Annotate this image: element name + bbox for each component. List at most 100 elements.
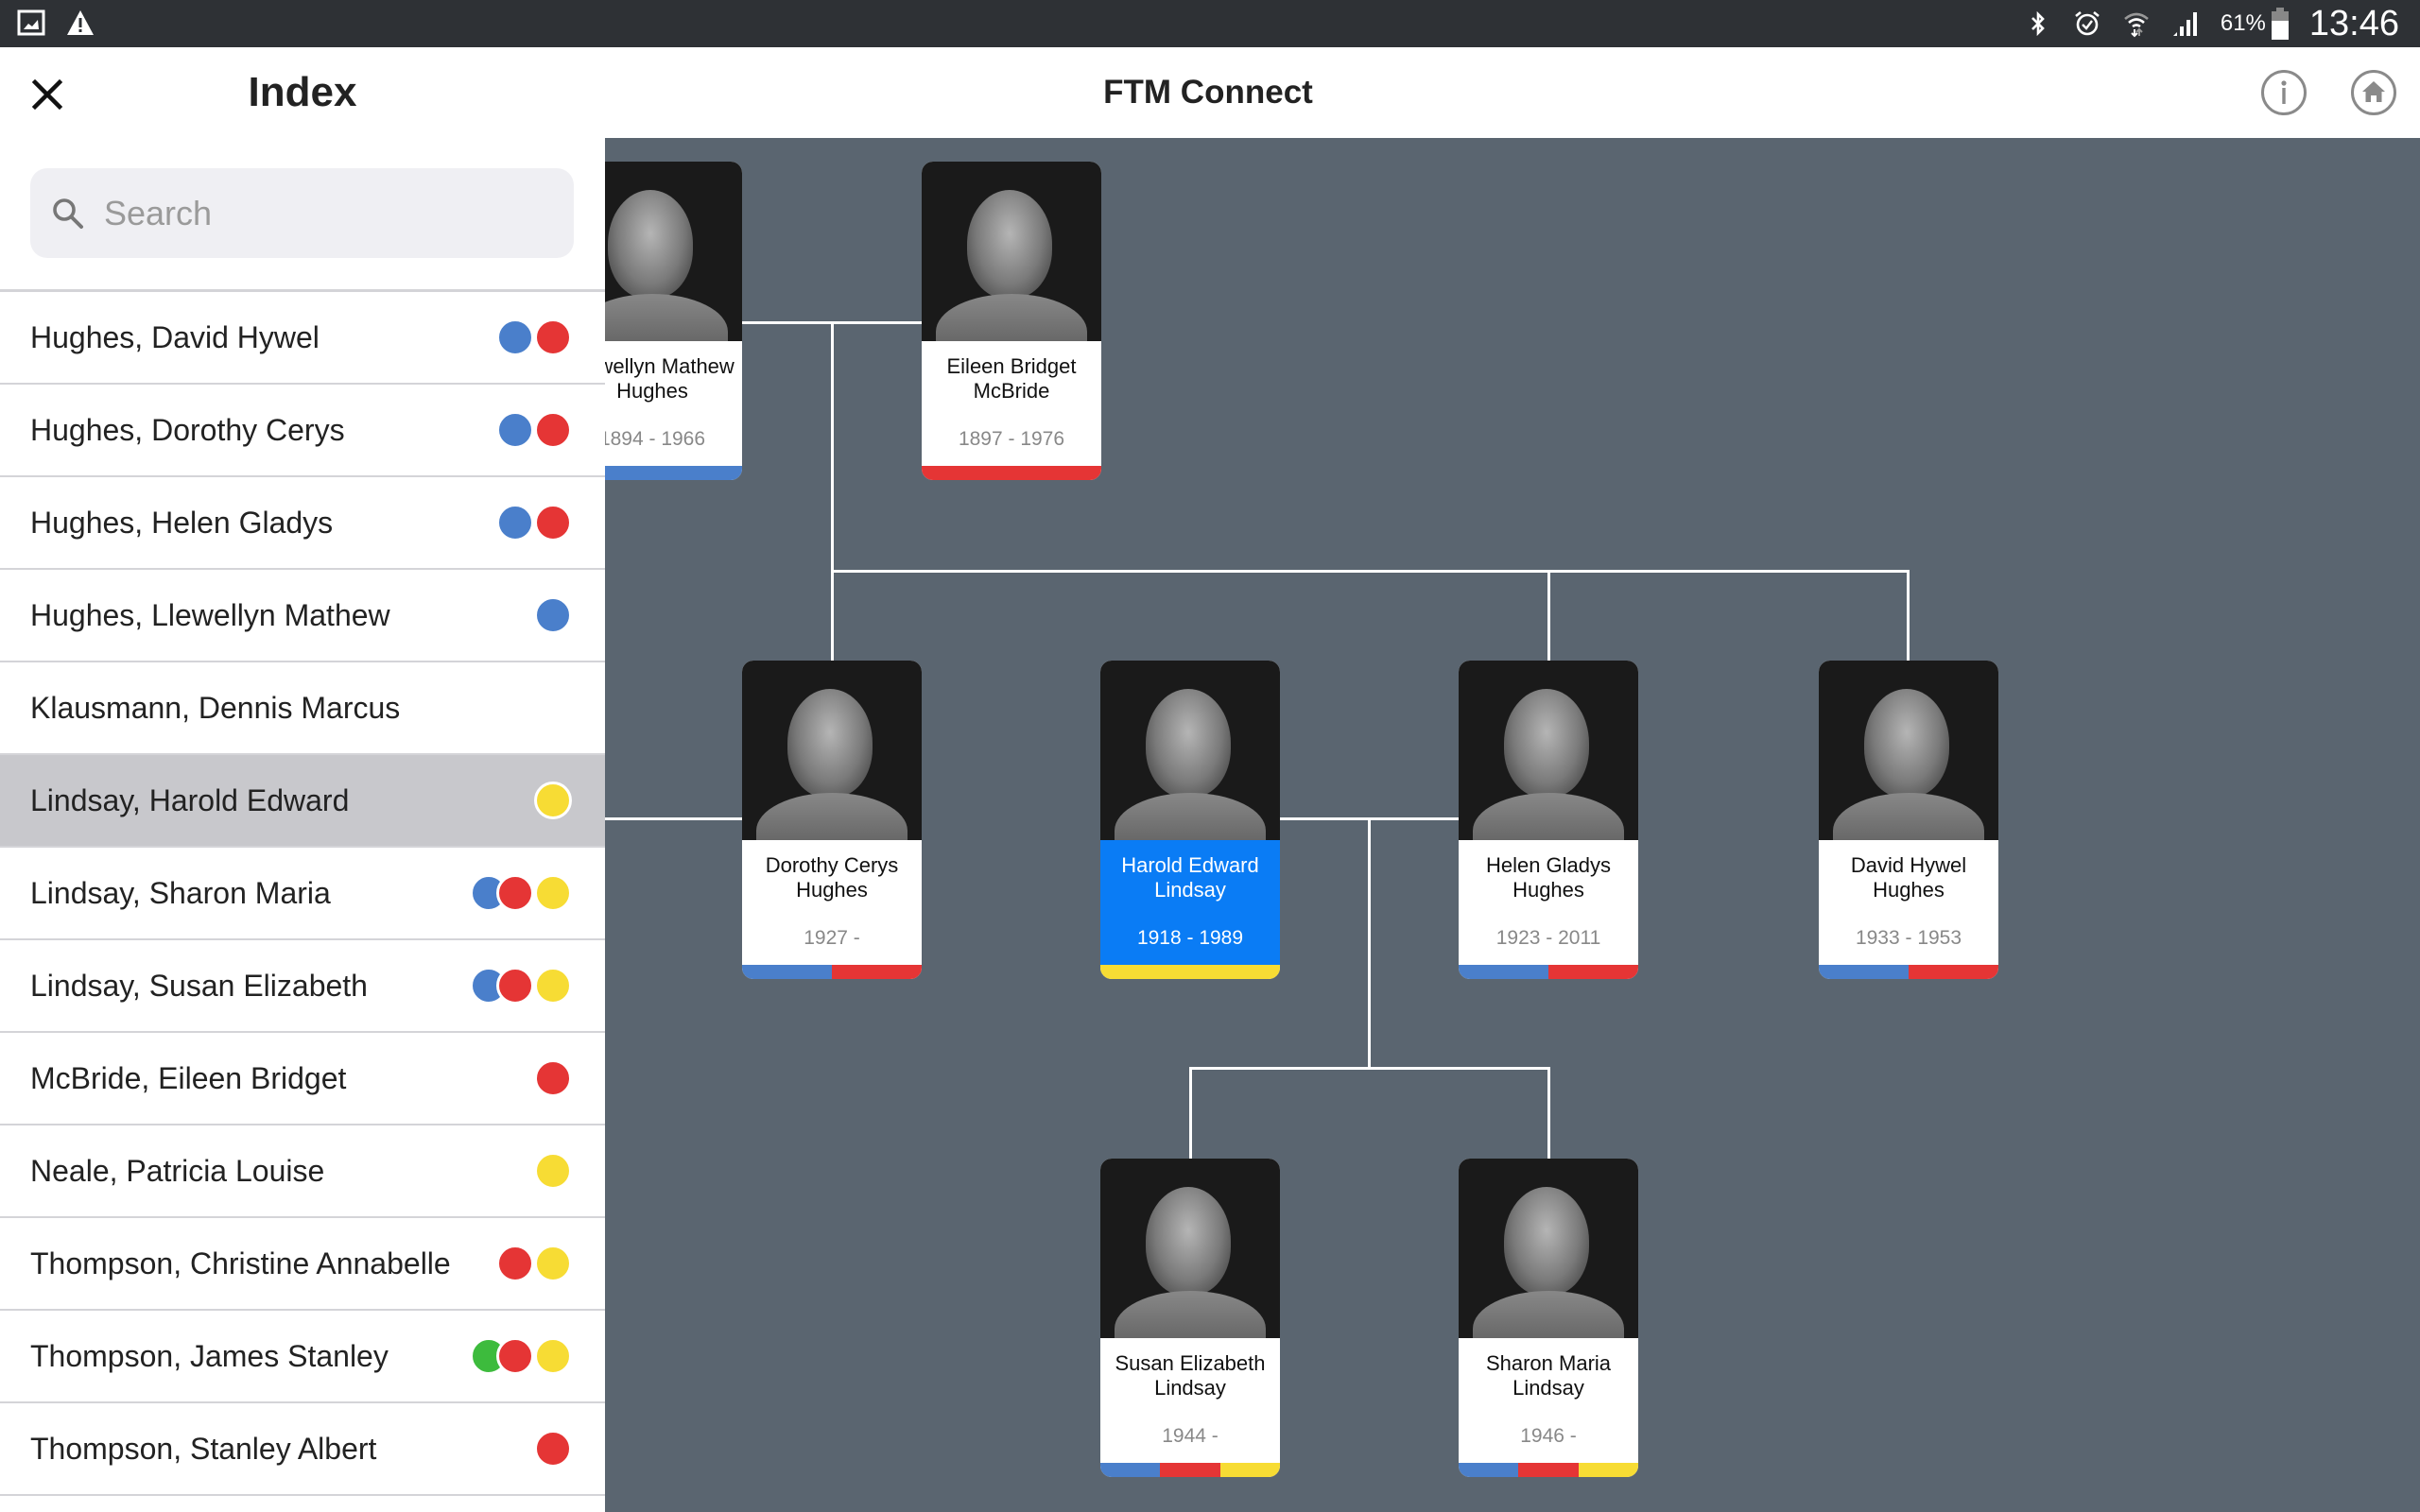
family-color-dots [534, 1125, 572, 1216]
family-dot-red [534, 504, 572, 541]
family-dot-yellow [534, 874, 572, 912]
person-dates: 1897 - 1976 [958, 428, 1065, 450]
person-name-label: Hughes, Dorothy Cerys [30, 412, 345, 447]
index-list-item[interactable]: Hughes, Dorothy Cerys [0, 385, 605, 477]
person-card-helen[interactable]: Helen Gladys Hughes 1923 - 2011 [1459, 661, 1638, 979]
image-notification-icon [17, 9, 45, 36]
person-name-label: Thompson, Stanley Albert [30, 1431, 377, 1466]
sidebar-header: Index [0, 47, 605, 138]
index-list-item[interactable]: Klausmann, Dennis Marcus [0, 662, 605, 755]
person-card-dorothy[interactable]: Dorothy Cerys Hughes 1927 - [742, 661, 922, 979]
connector-line [1189, 1067, 1550, 1070]
family-color-bar [922, 466, 1101, 480]
warning-icon [67, 10, 94, 35]
family-dot-yellow [534, 1152, 572, 1190]
battery-percent: 61% [2220, 10, 2266, 36]
connector-line [1189, 1067, 1192, 1159]
family-bar-blue [742, 965, 832, 979]
family-dot-red [534, 411, 572, 449]
family-dot-blue [496, 318, 534, 356]
person-name-label: Thompson, Christine Annabelle [30, 1246, 451, 1280]
family-bar-yellow [1578, 1463, 1638, 1477]
index-list-item[interactable]: Hughes, David Hywel [0, 292, 605, 385]
family-bar-red [1160, 1463, 1220, 1477]
family-bar-yellow [1100, 965, 1280, 979]
person-dates: 1918 - 1989 [1136, 927, 1244, 949]
index-list-item[interactable]: Thompson, Stanley Albert [0, 1403, 605, 1496]
family-dot-red [496, 874, 534, 912]
index-list-item[interactable]: Neale, Patricia Louise [0, 1125, 605, 1218]
family-dot-yellow [534, 1337, 572, 1375]
person-card-susan[interactable]: Susan Elizabeth Lindsay 1944 - [1100, 1159, 1280, 1477]
person-name-label: Thompson, James Stanley [30, 1338, 389, 1373]
person-photo [1459, 661, 1638, 840]
person-photo [1819, 661, 1998, 840]
family-bar-blue [1819, 965, 1909, 979]
search-field[interactable] [30, 168, 574, 258]
family-dot-red [496, 1245, 534, 1282]
person-name-label: Hughes, Llewellyn Mathew [30, 597, 390, 632]
family-dot-red [496, 1337, 534, 1375]
person-name-label: McBride, Eileen Bridget [30, 1060, 347, 1095]
person-dates: 1927 - [804, 927, 860, 949]
home-icon [2362, 81, 2385, 102]
person-photo [922, 162, 1101, 341]
index-list-item[interactable]: Hughes, Helen Gladys [0, 477, 605, 570]
family-color-dots [496, 292, 572, 383]
person-card-eileen[interactable]: Eileen Bridget McBride 1897 - 1976 [922, 162, 1101, 480]
family-bar-red [832, 965, 922, 979]
family-color-bar [1459, 965, 1638, 979]
person-dates: 1946 - [1520, 1425, 1577, 1447]
person-dates: 1923 - 2011 [1495, 927, 1601, 949]
connector-line [1547, 570, 1550, 661]
family-bar-red [922, 466, 1101, 480]
family-dot-red [496, 967, 534, 1005]
family-color-dots [496, 477, 572, 568]
sidebar-title: Index [248, 69, 357, 115]
family-dot-blue [496, 411, 534, 449]
index-list-item[interactable]: Thompson, Christine Annabelle [0, 1218, 605, 1311]
family-bar-red [1909, 965, 1998, 979]
family-color-dots [496, 1218, 572, 1309]
info-button[interactable] [2261, 70, 2307, 115]
family-color-bar [742, 965, 922, 979]
family-dot-yellow [534, 1245, 572, 1282]
family-color-dots [470, 1311, 572, 1401]
connector-line [1907, 570, 1910, 661]
index-list-item[interactable]: Lindsay, Susan Elizabeth [0, 940, 605, 1033]
family-dot-red [534, 318, 572, 356]
person-card-harold[interactable]: Harold Edward Lindsay 1918 - 1989 [1100, 661, 1280, 979]
person-name-label: Hughes, Helen Gladys [30, 505, 334, 540]
person-dates: 1933 - 1953 [1855, 927, 1962, 949]
battery-icon [2271, 8, 2289, 40]
info-icon [2281, 80, 2287, 104]
family-dot-blue [534, 596, 572, 634]
family-dot-yellow [534, 967, 572, 1005]
family-dot-red [534, 1430, 572, 1468]
clock-time: 13:46 [2308, 3, 2399, 43]
status-bar: 61% 13:46 [0, 0, 2420, 47]
family-bar-yellow [1219, 1463, 1280, 1477]
family-color-bar [1100, 965, 1280, 979]
index-list-item[interactable]: Hughes, Llewellyn Mathew [0, 570, 605, 662]
index-list[interactable]: Hughes, David Hywel Hughes, Dorothy Cerys… [0, 289, 605, 1496]
person-name-label: Hughes, David Hywel [30, 319, 320, 354]
connector-line [1547, 1067, 1550, 1159]
index-list-item[interactable]: McBride, Eileen Bridget [0, 1033, 605, 1125]
index-list-item[interactable]: Lindsay, Harold Edward [0, 755, 605, 848]
alarm-icon [2075, 10, 2100, 36]
family-color-bar [1100, 1463, 1280, 1477]
family-dot-yellow [534, 782, 572, 819]
family-color-dots [534, 1403, 572, 1494]
person-name-label: Neale, Patricia Louise [30, 1153, 325, 1188]
family-color-dots [470, 940, 572, 1031]
search-input[interactable] [102, 181, 560, 246]
index-list-item[interactable]: Thompson, James Stanley [0, 1311, 605, 1403]
person-card-david[interactable]: David Hywel Hughes 1933 - 1953 [1819, 661, 1998, 979]
home-button[interactable] [2351, 70, 2396, 115]
index-sidebar: Index Hughes, David Hywel Hughes, Dorothy… [0, 47, 605, 1512]
person-name: Helen Gladys Hughes [1485, 853, 1612, 902]
index-list-item[interactable]: Lindsay, Sharon Maria [0, 848, 605, 940]
person-card-sharon[interactable]: Sharon Maria Lindsay 1946 - [1459, 1159, 1638, 1477]
family-bar-blue [1459, 1463, 1519, 1477]
